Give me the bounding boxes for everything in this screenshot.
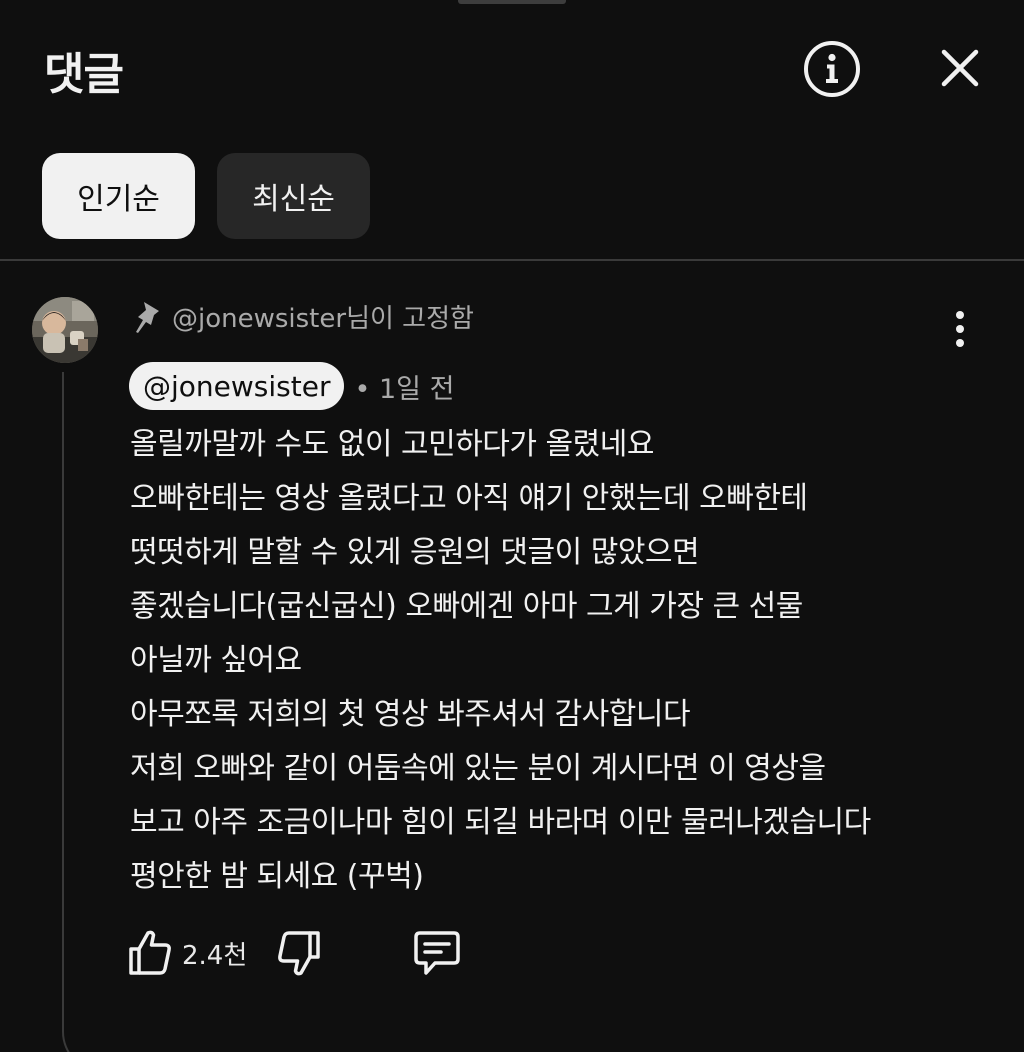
pinned-text: @jonewsister님이 고정함 <box>172 304 474 334</box>
comment-line: 아닐까 싶어요 <box>130 643 302 678</box>
comment-line: 오빠한테는 영상 올렸다고 아직 얘기 안했는데 오빠한테 <box>130 481 808 516</box>
avatar-photo <box>32 297 98 363</box>
pin-icon <box>136 301 159 333</box>
comment-menu-button[interactable] <box>942 308 978 350</box>
reply-button[interactable] <box>411 927 463 979</box>
avatar[interactable] <box>32 297 98 363</box>
comment-actions: 2.4천 <box>126 925 463 981</box>
pinned-label: @jonewsister님이 고정함 <box>132 298 474 335</box>
reply-comment-icon <box>414 931 461 975</box>
thumbs-up-icon <box>129 930 171 975</box>
comment-text: 올릴까말까 수도 없이 고민하다가 올렸네요 오빠한테는 영상 올렸다고 아직 … <box>130 418 1000 904</box>
comment-timestamp: • 1일 전 <box>354 373 455 405</box>
dislike-button[interactable] <box>275 927 323 979</box>
page-title: 댓글 <box>44 49 124 100</box>
comments-header: 댓글 <box>0 0 1024 140</box>
comments-panel: 댓글 인기순 최신순 @jonewsister님이 고정함 @jonewsist… <box>0 0 1024 1052</box>
tab-top-comments[interactable]: 인기순 <box>42 153 195 239</box>
comment-line: 저희 오빠와 같이 어둠속에 있는 분이 계시다면 이 영상을 <box>130 751 826 786</box>
more-vert-icon <box>956 311 964 347</box>
comment-line: 평안한 밤 되세요 (꾸벅) <box>130 859 424 894</box>
like-button[interactable] <box>126 927 174 979</box>
close-button[interactable] <box>936 44 984 92</box>
comment-line: 보고 아주 조금이나마 힘이 되길 바라며 이만 물러나겠습니다 <box>130 805 871 840</box>
thumbs-down-icon <box>278 931 321 976</box>
info-button[interactable] <box>802 39 862 99</box>
header-divider <box>0 259 1024 261</box>
comment-line: 떳떳하게 말할 수 있게 응원의 댓글이 많았으면 <box>130 535 700 570</box>
like-count: 2.4천 <box>182 940 248 971</box>
comment-line: 좋겠습니다(굽신굽신) 오빠에겐 아마 그게 가장 큰 선물 <box>130 589 803 624</box>
tab-newest-first[interactable]: 최신순 <box>217 153 370 239</box>
comment-author-row: @jonewsister • 1일 전 <box>129 362 454 410</box>
info-icon <box>804 41 860 97</box>
comment-line: 아무쪼록 저희의 첫 영상 봐주셔서 감사합니다 <box>130 697 691 732</box>
comment-line: 올릴까말까 수도 없이 고민하다가 올렸네요 <box>130 427 654 462</box>
author-handle-badge[interactable]: @jonewsister <box>129 362 345 410</box>
close-icon <box>941 49 979 87</box>
sort-tabs: 인기순 최신순 <box>42 153 370 239</box>
